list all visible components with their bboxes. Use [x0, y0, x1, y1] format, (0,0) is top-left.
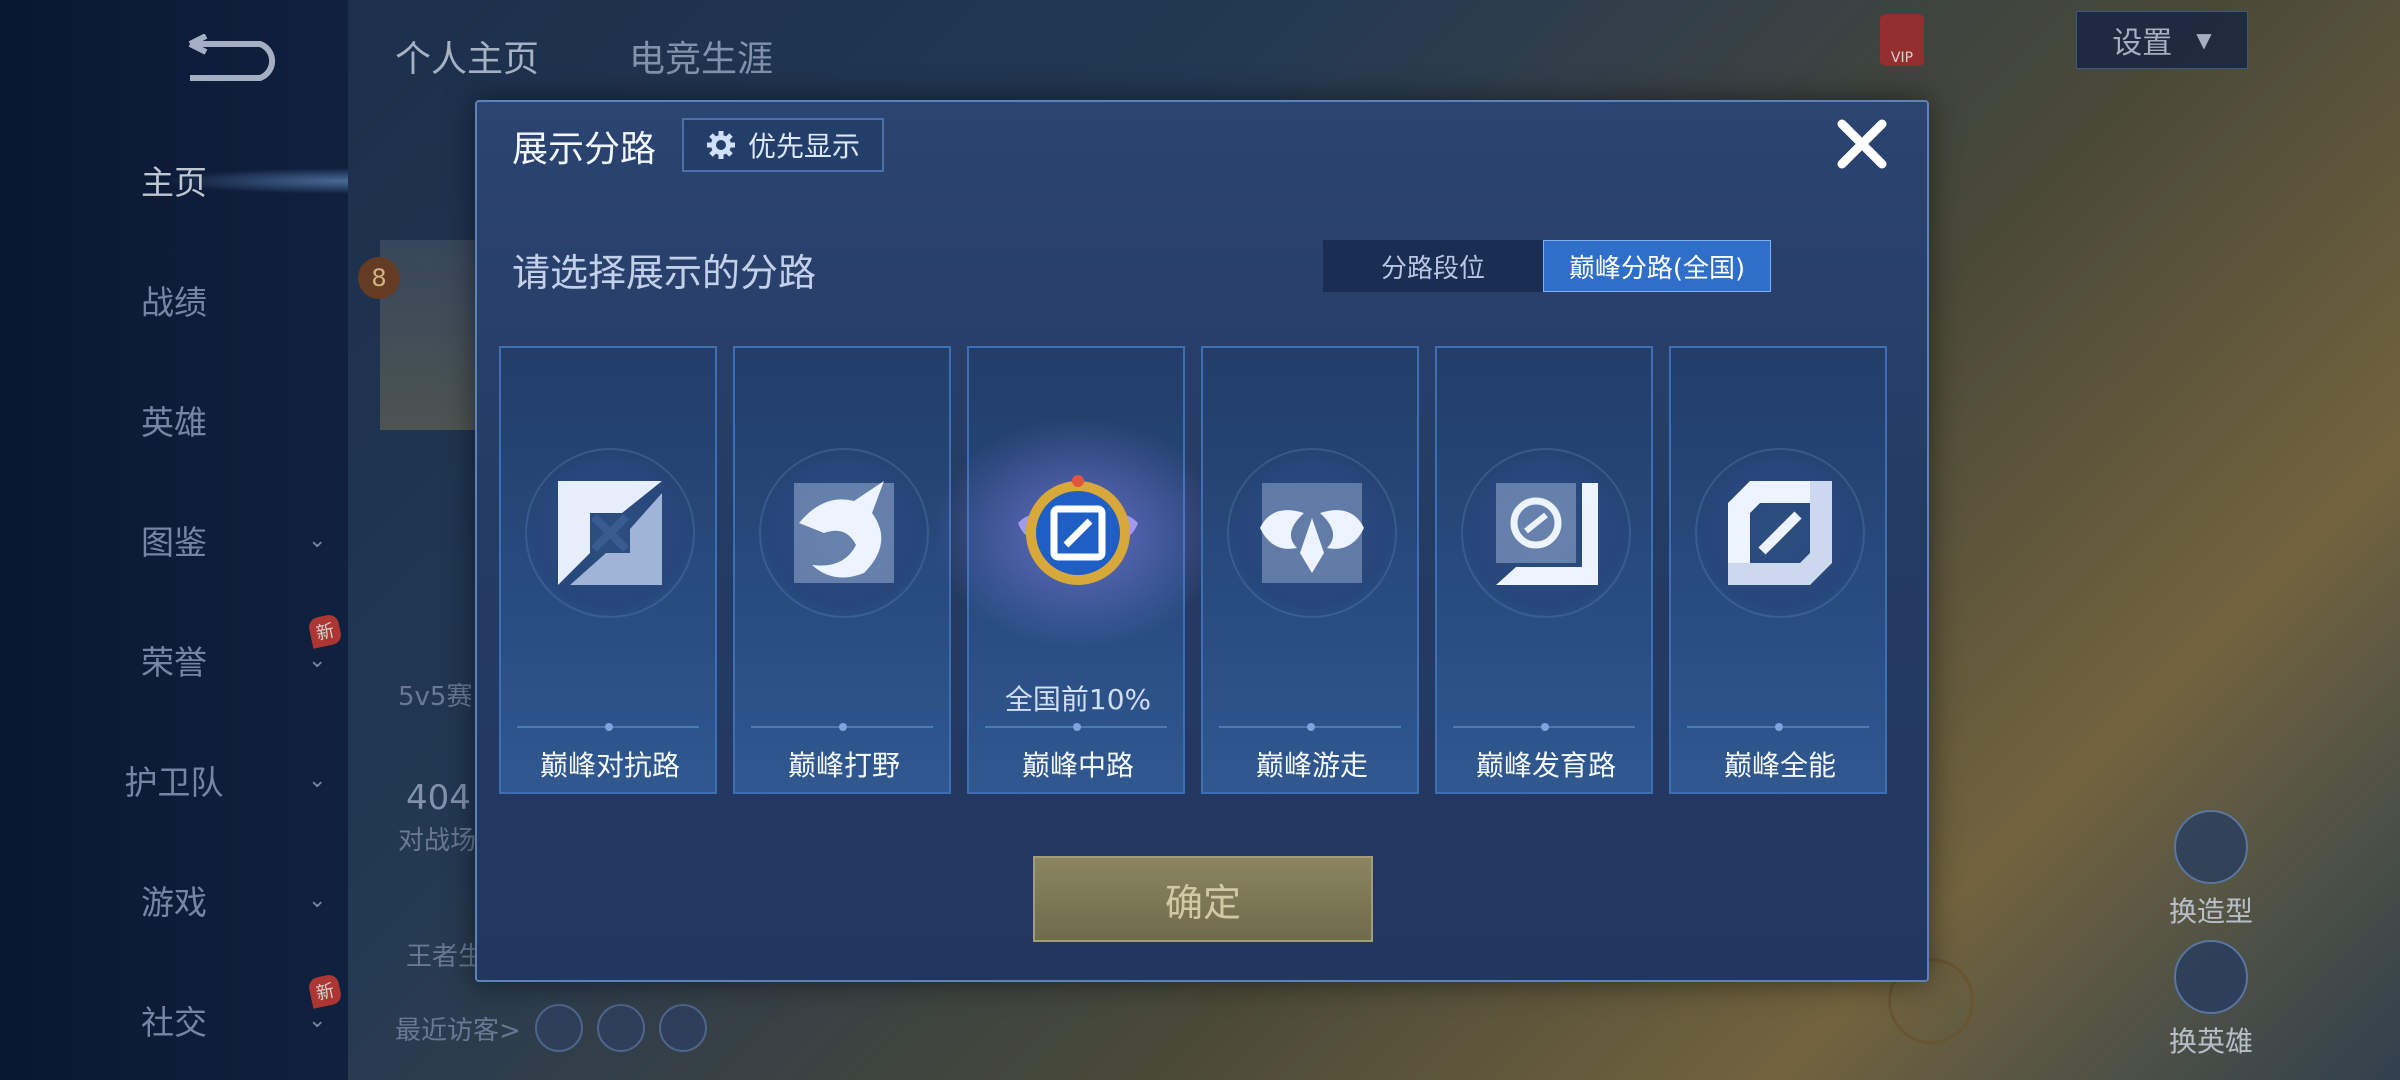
divider-dot	[839, 723, 847, 731]
lane-label: 巅峰发育路	[1475, 749, 1616, 782]
toggle-peak-lane-national[interactable]: 巅峰分路(全国)	[1543, 240, 1771, 292]
lane-card-farm[interactable]: 巅峰发育路	[1435, 346, 1653, 794]
dialog-subtitle: 请选择展示的分路	[512, 251, 817, 295]
priority-label: 优先显示	[748, 130, 861, 163]
divider-dot	[1775, 723, 1783, 731]
mid-lane-icon	[1018, 475, 1138, 585]
lane-label: 巅峰打野	[787, 749, 900, 782]
lane-display-dialog: 展示分路 优先显示 请选择展示的分路 分路段位 巅峰分路(全国) 巅峰对抗路 巅…	[475, 100, 1929, 982]
lane-card-roam[interactable]: 巅峰游走	[1201, 346, 1419, 794]
divider-dot	[1307, 723, 1315, 731]
gear-icon	[707, 131, 735, 159]
clash-lane-icon	[558, 481, 662, 585]
lane-mode-toggle: 分路段位 巅峰分路(全国)	[1323, 240, 1771, 292]
lane-label: 巅峰全能	[1723, 749, 1836, 782]
lane-card-mid[interactable]: 全国前10% 巅峰中路	[919, 346, 1239, 794]
all-round-icon	[1728, 481, 1832, 585]
divider-dot	[605, 723, 613, 731]
dialog-title: 展示分路	[512, 129, 657, 170]
confirm-label: 确定	[1164, 880, 1241, 925]
farm-lane-icon	[1496, 483, 1598, 585]
rank-text: 全国前10%	[1004, 683, 1152, 716]
divider-dot	[1541, 723, 1549, 731]
lane-label: 巅峰对抗路	[539, 749, 680, 782]
toggle-lane-rank[interactable]: 分路段位	[1323, 240, 1543, 292]
lane-card-all-round[interactable]: 巅峰全能	[1669, 346, 1887, 794]
divider-dot	[1073, 723, 1081, 731]
lane-card-clash[interactable]: 巅峰对抗路	[499, 346, 717, 794]
priority-display-button[interactable]: 优先显示	[682, 118, 885, 172]
close-icon[interactable]	[1832, 114, 1892, 174]
confirm-button[interactable]: 确定	[1033, 856, 1373, 942]
lane-card-list: 巅峰对抗路 巅峰打野 全国前10% 巅峰中路 巅峰游走 巅峰发育路 巅峰全能	[499, 346, 1887, 794]
lane-label: 巅峰游走	[1255, 749, 1368, 782]
lane-label: 巅峰中路	[1021, 749, 1134, 782]
roam-wings-icon	[1260, 483, 1364, 583]
jungle-dragon-icon	[794, 481, 894, 583]
